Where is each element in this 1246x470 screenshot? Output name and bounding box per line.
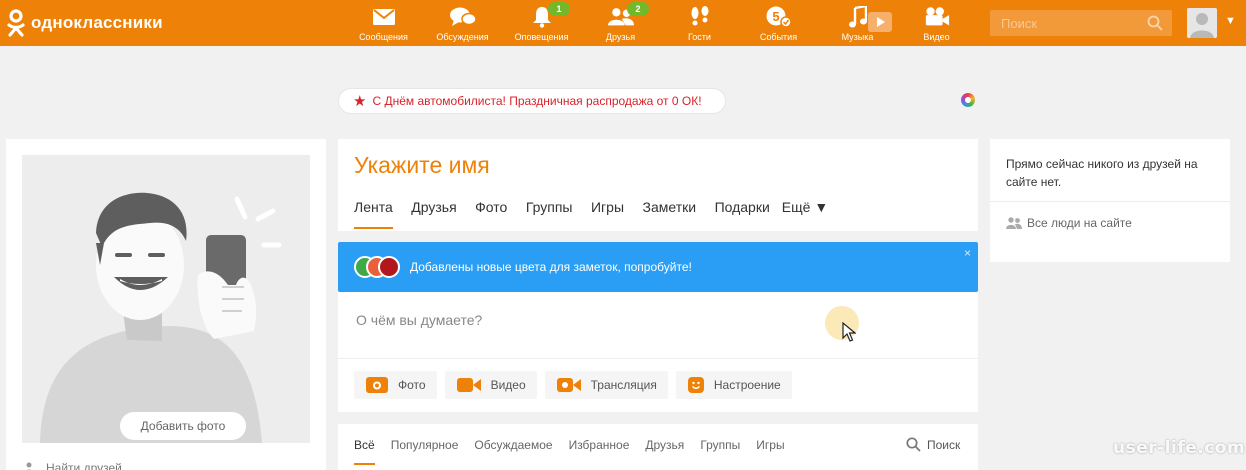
nav-label: Гости: [688, 32, 711, 42]
video-camera-icon: [924, 6, 950, 28]
search-input[interactable]: Поиск: [990, 10, 1172, 36]
new-colors-tip: Добавлены новые цвета для заметок, попро…: [338, 242, 978, 299]
feed-tab-discussed[interactable]: Обсуждаемое: [474, 438, 552, 465]
video-action-label: Видео: [490, 378, 526, 392]
envelope-icon: [371, 6, 397, 28]
post-input[interactable]: О чём вы думаете?: [356, 312, 482, 328]
tab-photos[interactable]: Фото: [475, 199, 507, 229]
find-friends-link[interactable]: Найти друзей: [24, 461, 122, 470]
all-people-link[interactable]: Все люди на сайте: [1006, 216, 1132, 230]
tab-games[interactable]: Игры: [591, 199, 624, 229]
nav-video[interactable]: Видео: [897, 0, 976, 46]
nav-messages[interactable]: Сообщения: [344, 0, 423, 46]
camera-icon: [366, 377, 388, 393]
broadcast-button[interactable]: Трансляция: [544, 371, 668, 399]
close-icon[interactable]: ×: [964, 246, 971, 260]
color-palette-icon[interactable]: [961, 93, 975, 107]
divider: [990, 201, 1230, 202]
nav-label: Видео: [923, 32, 950, 42]
events-icon: 5: [766, 6, 792, 28]
promo-text: С Днём автомобилиста! Праздничная распро…: [372, 94, 702, 108]
search-placeholder: Поиск: [1001, 16, 1038, 31]
ok-logo[interactable]: одноклассники: [6, 9, 163, 37]
nav-label: Музыка: [841, 32, 874, 42]
mood-action-label: Настроение: [713, 378, 781, 392]
logo-text: одноклассники: [31, 13, 163, 32]
tab-more[interactable]: Ещё ▼: [782, 199, 828, 229]
no-friends-online-text: Прямо сейчас никого из друзей на сайте н…: [1006, 157, 1198, 189]
svg-text:5: 5: [772, 9, 779, 24]
user-avatar[interactable]: [1187, 8, 1217, 38]
feed-tabs: Всё Популярное Обсуждаемое Избранное Дру…: [354, 438, 801, 465]
nav-label: События: [759, 32, 798, 42]
star-icon: ★: [353, 92, 367, 110]
mouse-cursor-icon: [842, 322, 856, 342]
add-photo-button[interactable]: Добавить фото: [120, 412, 246, 440]
nav-discussions[interactable]: Обсуждения: [423, 0, 502, 46]
color-swatches-icon: [354, 256, 404, 278]
feed-tab-games[interactable]: Игры: [756, 438, 784, 465]
footprints-icon: [687, 6, 713, 28]
notifications-badge: 1: [548, 2, 570, 16]
nav-guests[interactable]: Гости: [660, 0, 739, 46]
smiley-icon: [687, 377, 704, 393]
promo-banner[interactable]: ★ С Днём автомобилиста! Праздничная расп…: [338, 88, 726, 114]
post-composer: О чём вы думаете? Фото Видео Трансляция: [338, 292, 978, 412]
tab-groups[interactable]: Группы: [526, 199, 573, 229]
broadcast-icon: [556, 377, 581, 393]
nav-label: Сообщения: [359, 32, 408, 42]
tab-friends[interactable]: Друзья: [411, 199, 456, 229]
nav-notifications[interactable]: 1 Оповещения: [502, 0, 581, 46]
feed-tab-all[interactable]: Всё: [354, 438, 375, 465]
mood-button[interactable]: Настроение: [675, 371, 792, 399]
composer-actions: Фото Видео Трансляция Настроение: [354, 371, 800, 399]
feed-filter-card: Всё Популярное Обсуждаемое Избранное Дру…: [338, 424, 978, 470]
broadcast-action-label: Трансляция: [590, 378, 657, 392]
tab-gifts[interactable]: Подарки: [715, 199, 770, 229]
watermark-text: user-life.com: [1113, 438, 1246, 458]
feed-search-button[interactable]: Поиск: [906, 437, 960, 452]
people-icon: [1006, 217, 1022, 229]
profile-photo-placeholder[interactable]: Добавить фото: [22, 155, 310, 443]
video-icon: [456, 377, 481, 393]
photo-action-label: Фото: [398, 378, 426, 392]
search-icon[interactable]: [1147, 15, 1163, 36]
tip-text: Добавлены новые цвета для заметок, попро…: [410, 260, 692, 274]
tab-notes[interactable]: Заметки: [643, 199, 697, 229]
discussions-icon: [449, 6, 476, 28]
top-bar: одноклассники Сообщения Обсуждения 1 Опо…: [0, 0, 1246, 46]
nav-friends[interactable]: 2 Друзья: [581, 0, 660, 46]
nav-label: Друзья: [605, 32, 636, 42]
profile-header-card: Укажите имя Лента Друзья Фото Группы Игр…: [338, 139, 978, 231]
profile-name[interactable]: Укажите имя: [354, 152, 490, 179]
add-photo-post-button[interactable]: Фото: [354, 371, 437, 399]
friends-online-card: Прямо сейчас никого из друзей на сайте н…: [990, 139, 1230, 262]
profile-photo-card: Добавить фото Найти друзей: [6, 139, 326, 470]
search-icon: [906, 437, 921, 452]
play-icon: [877, 17, 885, 27]
music-note-icon: [845, 6, 871, 28]
chevron-down-icon[interactable]: ▼: [1225, 15, 1236, 27]
nav-label: Обсуждения: [436, 32, 489, 42]
feed-search-label: Поиск: [927, 437, 961, 452]
feed-tab-friends[interactable]: Друзья: [645, 438, 684, 465]
all-people-label: Все люди на сайте: [1027, 216, 1132, 230]
add-video-post-button[interactable]: Видео: [444, 371, 537, 399]
nav-label: Оповещения: [514, 32, 569, 42]
person-selfie-illustration: [40, 192, 282, 443]
ok-logo-icon: [6, 9, 26, 37]
play-button[interactable]: [868, 12, 892, 32]
profile-tabs: Лента Друзья Фото Группы Игры Заметки По…: [354, 199, 847, 229]
person-icon: [26, 462, 32, 470]
friends-badge: 2: [627, 2, 649, 16]
feed-tab-popular[interactable]: Популярное: [391, 438, 459, 465]
nav-events[interactable]: 5 События: [739, 0, 818, 46]
divider: [338, 358, 978, 359]
tab-feed[interactable]: Лента: [354, 199, 393, 229]
feed-tab-groups[interactable]: Группы: [700, 438, 740, 465]
find-friends-label: Найти друзей: [46, 461, 122, 470]
feed-tab-favorites[interactable]: Избранное: [569, 438, 630, 465]
